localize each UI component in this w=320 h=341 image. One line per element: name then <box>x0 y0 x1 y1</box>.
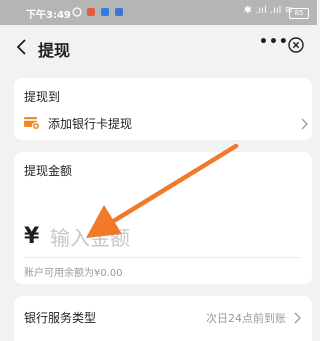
more-button[interactable]: ••• <box>259 34 289 50</box>
status-time: 下午3:49 <box>26 10 71 21</box>
battery-indicator: 85 <box>289 8 309 19</box>
currency-symbol: ¥ <box>24 224 40 249</box>
status-bar: 下午3:49 ✱ .ııl .ııl ≋ 85 <box>0 0 317 25</box>
withdraw-to-card: 提现到 添加银行卡提现 <box>14 78 312 140</box>
app-notification-icon <box>87 8 95 16</box>
chevron-right-icon <box>301 118 308 130</box>
app-notification-icon-3 <box>115 8 123 16</box>
back-icon[interactable] <box>14 37 30 57</box>
app-notification-icon-2 <box>101 8 109 16</box>
close-icon[interactable] <box>288 37 304 53</box>
divider <box>24 257 302 258</box>
nav-bar: 提现 ••• <box>0 25 317 69</box>
chevron-right-icon <box>294 312 301 324</box>
add-bank-card-label: 添加银行卡提现 <box>48 117 133 131</box>
amount-card: 提现金额 ¥ 账户可用余额为¥0.00 <box>14 152 312 284</box>
bank-card-icon <box>24 117 40 130</box>
service-type-row[interactable]: 银行服务类型 次日24点前到账 <box>14 296 312 341</box>
page-title: 提现 <box>38 41 71 60</box>
amount-label: 提现金额 <box>24 164 73 178</box>
amount-input[interactable] <box>48 220 282 256</box>
notification-icon <box>72 7 82 17</box>
signal-icons: ✱ .ııl .ııl ≋ <box>243 5 293 16</box>
available-balance: 账户可用余额为¥0.00 <box>24 268 123 279</box>
withdraw-to-label: 提现到 <box>24 90 61 104</box>
service-type-label: 银行服务类型 <box>24 311 97 325</box>
service-type-value: 次日24点前到账 <box>206 312 286 325</box>
add-bank-card-row[interactable]: 添加银行卡提现 <box>24 115 308 133</box>
